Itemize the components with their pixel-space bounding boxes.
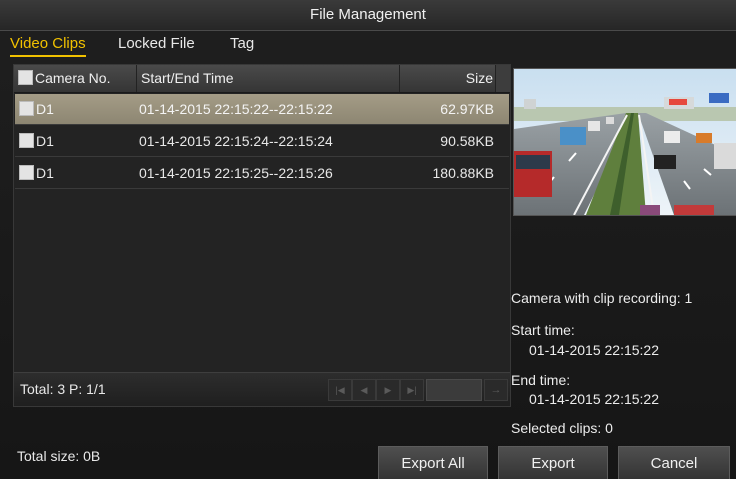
row-camera: D1 bbox=[36, 133, 54, 149]
cancel-button[interactable]: Cancel bbox=[618, 446, 730, 479]
file-list-panel: Camera No. Start/End Time Size D1 01-14-… bbox=[13, 64, 511, 407]
tab-locked-file[interactable]: Locked File bbox=[118, 35, 195, 55]
total-count-label: Total: 3 P: 1/1 bbox=[20, 381, 106, 397]
end-time-label: End time: bbox=[511, 372, 571, 388]
start-time-value: 01-14-2015 22:15:22 bbox=[529, 342, 659, 358]
column-header-camera[interactable]: Camera No. bbox=[18, 65, 137, 92]
export-all-button[interactable]: Export All bbox=[378, 446, 488, 479]
table-row[interactable]: D1 01-14-2015 22:15:24--22:15:24 90.58KB bbox=[15, 126, 509, 157]
table-row[interactable]: D1 01-14-2015 22:15:22--22:15:22 62.97KB bbox=[15, 94, 509, 125]
column-header-time[interactable]: Start/End Time bbox=[137, 65, 400, 92]
last-page-icon[interactable]: ▶| bbox=[400, 379, 424, 401]
page-number-input[interactable] bbox=[426, 379, 482, 401]
row-checkbox[interactable] bbox=[19, 165, 34, 180]
next-page-icon[interactable]: ▶ bbox=[376, 379, 400, 401]
first-page-icon[interactable]: |◀ bbox=[328, 379, 352, 401]
row-size: 180.88KB bbox=[432, 165, 495, 181]
camera-recording-count: Camera with clip recording: 1 bbox=[511, 290, 693, 306]
row-camera: D1 bbox=[36, 165, 54, 181]
row-camera: D1 bbox=[36, 101, 54, 117]
start-time-label: Start time: bbox=[511, 322, 575, 338]
selected-clips-count: Selected clips: 0 bbox=[511, 420, 613, 436]
window-title: File Management bbox=[0, 0, 736, 31]
tab-video-clips[interactable]: Video Clips bbox=[10, 35, 86, 57]
row-time: 01-14-2015 22:15:24--22:15:24 bbox=[139, 133, 333, 149]
row-time: 01-14-2015 22:15:22--22:15:22 bbox=[139, 101, 333, 117]
highway-scene-image bbox=[514, 69, 736, 215]
file-management-window: File Management Video Clips Locked File … bbox=[0, 0, 736, 479]
go-arrow-icon[interactable]: → bbox=[484, 379, 508, 401]
row-size: 90.58KB bbox=[440, 133, 494, 149]
export-button[interactable]: Export bbox=[498, 446, 608, 479]
table-footer: Total: 3 P: 1/1 |◀ ◀ ▶ ▶| → bbox=[14, 372, 510, 406]
tab-bar: Video Clips Locked File Tag bbox=[0, 30, 736, 60]
row-camera-cell: D1 bbox=[19, 158, 54, 188]
column-header-size[interactable]: Size bbox=[397, 65, 496, 92]
end-time-value: 01-14-2015 22:15:22 bbox=[529, 391, 659, 407]
tab-tag[interactable]: Tag bbox=[230, 35, 254, 55]
row-camera-cell: D1 bbox=[19, 126, 54, 156]
video-preview-thumbnail bbox=[513, 68, 736, 216]
column-label-camera: Camera No. bbox=[35, 70, 111, 86]
total-size-label: Total size: 0B bbox=[17, 448, 101, 464]
table-row[interactable]: D1 01-14-2015 22:15:25--22:15:26 180.88K… bbox=[15, 158, 509, 189]
row-checkbox[interactable] bbox=[19, 101, 34, 116]
header-scroll-stub bbox=[496, 65, 510, 92]
prev-page-icon[interactable]: ◀ bbox=[352, 379, 376, 401]
row-size: 62.97KB bbox=[440, 101, 494, 117]
row-checkbox[interactable] bbox=[19, 133, 34, 148]
table-header: Camera No. Start/End Time Size bbox=[14, 65, 510, 93]
row-camera-cell: D1 bbox=[19, 94, 54, 124]
select-all-checkbox[interactable] bbox=[18, 70, 33, 85]
row-time: 01-14-2015 22:15:25--22:15:26 bbox=[139, 165, 333, 181]
